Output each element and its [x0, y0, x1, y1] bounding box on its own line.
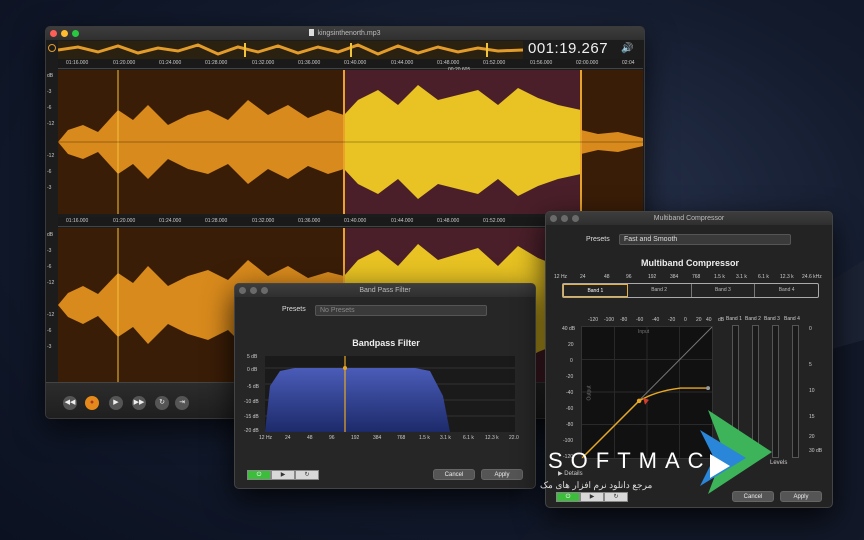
loop-button[interactable]: ↻: [155, 396, 169, 410]
ruler-tick: 01:24.000: [159, 60, 182, 66]
apply-button[interactable]: Apply: [481, 469, 523, 480]
ruler-tick: 01:28.000: [205, 60, 228, 66]
plugin-title: Bandpass Filter: [352, 338, 420, 348]
band-selector: Band 1 Band 2 Band 3 Band 4: [562, 283, 819, 298]
ruler-tick: 01:48.000: [437, 60, 460, 66]
window-title: Band Pass Filter: [359, 287, 411, 294]
play-button[interactable]: ▶: [109, 396, 123, 410]
ruler-tick: 01:28.000: [205, 218, 228, 224]
ruler-tick: 01:40.000: [344, 60, 367, 66]
ruler-tick: 01:48.000: [437, 218, 460, 224]
ruler-tick: 01:44.000: [391, 218, 414, 224]
cancel-button[interactable]: Cancel: [433, 469, 475, 480]
plugin-title: Multiband Compressor: [640, 258, 739, 268]
loop-icon[interactable]: ↻: [604, 492, 628, 502]
ruler-tick: 01:36.000: [298, 60, 321, 66]
zoom-button[interactable]: [261, 287, 268, 294]
plugin-mode-segments: ⏻ ▶ ↻: [247, 470, 319, 480]
band-1-tab[interactable]: Band 1: [563, 284, 628, 297]
close-button[interactable]: [239, 287, 246, 294]
loop-icon[interactable]: ↻: [295, 470, 319, 480]
window-title: Multiband Compressor: [653, 215, 725, 222]
record-ring-icon[interactable]: [48, 44, 56, 52]
bandpass-curve-graph[interactable]: [265, 356, 515, 432]
band-3-tab[interactable]: Band 3: [692, 284, 756, 297]
preview-play-icon[interactable]: ▶: [580, 492, 604, 502]
power-toggle-icon[interactable]: ⏻: [556, 492, 580, 502]
minimize-button[interactable]: [250, 287, 257, 294]
window-title: kingsinthenorth.mp3: [317, 30, 381, 37]
ruler-tick: 01:20.000: [113, 218, 136, 224]
close-button[interactable]: [550, 215, 557, 222]
ruler-tick: 02:00.000: [576, 60, 599, 66]
watermark-brand: SOFTMAC: [548, 448, 712, 473]
band-pass-filter-window: Band Pass Filter Presets No Presets Band…: [234, 283, 536, 489]
zoom-button[interactable]: [572, 215, 579, 222]
rewind-button[interactable]: ◀◀: [63, 396, 77, 410]
ruler-tick: 01:24.000: [159, 218, 182, 224]
db-scale-bottom: dB -3 -6 -12 -12 -6 -3: [47, 232, 55, 350]
presets-select[interactable]: No Presets: [315, 305, 487, 316]
plugin-mode-segments: ⏻ ▶ ↻: [556, 492, 628, 502]
ruler-tick: 01:32.000: [252, 218, 275, 224]
ruler-tick: 01:32.000: [252, 60, 275, 66]
ruler-tick: 01:56.000: [530, 60, 553, 66]
minimize-button[interactable]: [561, 215, 568, 222]
multiband-titlebar: Multiband Compressor: [546, 212, 832, 225]
record-button[interactable]: ●: [85, 396, 99, 410]
apply-button[interactable]: Apply: [780, 491, 822, 502]
document-icon: [309, 29, 315, 36]
ruler-tick: 01:40.000: [344, 218, 367, 224]
waveform-overview[interactable]: [57, 41, 524, 59]
band-2-tab[interactable]: Band 2: [628, 284, 692, 297]
waveform-track-left[interactable]: [58, 70, 643, 214]
ruler-tick: 01:20.000: [113, 60, 136, 66]
bandpass-titlebar: Band Pass Filter: [235, 284, 535, 297]
presets-select[interactable]: Fast and Smooth: [619, 234, 791, 245]
fast-forward-button[interactable]: ▶▶: [132, 396, 146, 410]
power-toggle-icon[interactable]: ⏻: [247, 470, 271, 480]
minimize-button[interactable]: [61, 30, 68, 37]
volume-icon[interactable]: 🔊: [621, 43, 633, 54]
time-readout: 001:19.267: [528, 40, 609, 57]
band-3-meter: [772, 325, 779, 458]
watermark-tagline: مرجع دانلود نرم افزار های مک: [540, 480, 653, 490]
band-4-meter: [792, 325, 799, 458]
ruler-tick: 01:52.000: [483, 60, 506, 66]
compression-curve-graph[interactable]: [581, 326, 713, 459]
ruler-tick: 01:16.000: [66, 218, 89, 224]
ruler-tick: 01:36.000: [298, 218, 321, 224]
zoom-button[interactable]: [72, 30, 79, 37]
ruler-tick: 01:44.000: [391, 60, 414, 66]
main-titlebar: kingsinthenorth.mp3: [46, 27, 644, 40]
db-scale-top: dB -3 -6 -12 -12 -6 -3: [47, 73, 55, 191]
ruler-tick: 02:04: [622, 60, 635, 66]
skip-button[interactable]: ⇥: [175, 396, 189, 410]
band-4-tab[interactable]: Band 4: [755, 284, 818, 297]
close-button[interactable]: [50, 30, 57, 37]
timeline-ruler-top[interactable]: 01:16.000 01:20.000 01:24.000 01:28.000 …: [58, 59, 643, 69]
preview-play-icon[interactable]: ▶: [271, 470, 295, 480]
ruler-tick: 01:52.000: [483, 218, 506, 224]
presets-label: Presets: [586, 236, 610, 243]
levels-label: Levels: [770, 460, 788, 466]
presets-label: Presets: [282, 306, 306, 313]
ruler-tick: 01:16.000: [66, 60, 89, 66]
